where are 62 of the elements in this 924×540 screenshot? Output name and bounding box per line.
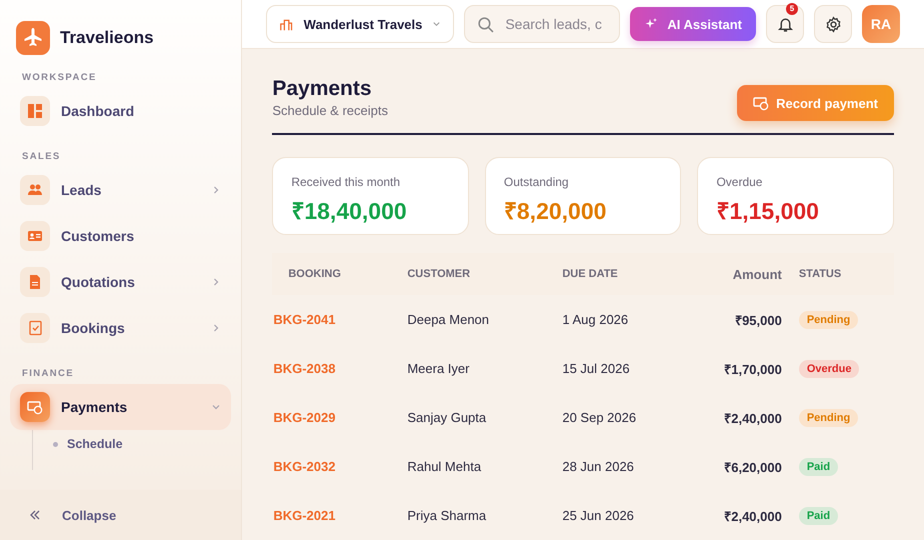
column-header: CUSTOMER (406, 253, 562, 295)
table-cell: 28 Jun 2026 (562, 459, 634, 474)
amount-cell: ₹2,40,000 (724, 410, 782, 426)
nav-item[interactable]: Customers (10, 213, 232, 259)
table-cell: Deepa Menon (407, 312, 490, 327)
status-badge: Pending (798, 408, 858, 426)
column-header: STATUS (798, 253, 894, 295)
brand-name: Travelieons (60, 28, 154, 48)
stat-label: Received this month (291, 175, 402, 189)
status-badge: Overdue (798, 360, 860, 378)
table-cell: 20 Sep 2026 (562, 410, 636, 425)
section-label: FINANCE (21, 367, 76, 381)
stat-label: Outstanding (504, 175, 570, 189)
settings-button[interactable] (814, 5, 852, 43)
table-cell: 1 Aug 2026 (562, 312, 628, 327)
sub-nav-item[interactable]: Schedule (33, 434, 232, 454)
nav-item[interactable]: Quotations (10, 259, 232, 305)
checklist-icon (27, 320, 43, 336)
stat-value: ₹1,15,000 (716, 197, 820, 226)
stat-value: ₹8,20,000 (504, 197, 608, 226)
stat-value: ₹18,40,000 (291, 197, 408, 226)
page-subtitle: Schedule & receipts (272, 103, 388, 118)
dashboard-icon (27, 103, 43, 119)
agency-selector[interactable]: Wanderlust Travels (266, 5, 454, 43)
id-card-icon (27, 228, 43, 244)
settings-icon (824, 16, 842, 32)
amount-cell: ₹95,000 (735, 312, 782, 328)
column-header: BOOKING (272, 253, 406, 295)
people-icon (27, 182, 43, 198)
cash-icon (27, 399, 43, 415)
bell-icon (776, 16, 794, 32)
amount-cell: ₹6,20,000 (724, 460, 782, 474)
status-badge: Pending (798, 310, 858, 328)
double-chevron-left-icon (28, 508, 42, 522)
status-badge: Paid (798, 506, 838, 524)
document-icon (27, 274, 43, 290)
search-icon (477, 16, 494, 33)
notifications-button[interactable]: 5 (766, 5, 804, 43)
nav-item[interactable]: Bookings (10, 305, 232, 351)
ai-assistant-button[interactable]: AI Assistant (630, 7, 756, 41)
nav-item[interactable]: Leads (10, 167, 232, 213)
table-cell: Meera Iyer (407, 361, 470, 376)
stat-label: Overdue (716, 175, 764, 189)
table-cell: Priya Sharma (407, 508, 486, 523)
search-field[interactable]: Search leads, c (464, 5, 620, 43)
amount-cell: ₹2,40,000 (724, 508, 782, 524)
status-badge: Paid (798, 458, 838, 476)
amount-cell: ₹1,70,000 (724, 362, 782, 376)
table-cell: Sanjay Gupta (407, 410, 486, 425)
column-header: DUE DATE (561, 253, 684, 295)
column-header: Amount (683, 253, 798, 295)
table-cell: 25 Jun 2026 (562, 508, 634, 523)
table-cell: Rahul Mehta (407, 459, 482, 474)
section-label: SALES (21, 150, 62, 164)
notification-count: 5 (786, 3, 798, 15)
table-cell: 15 Jul 2026 (562, 361, 630, 376)
page-title: Payments (272, 77, 373, 101)
nav-item[interactable]: Payments (10, 384, 232, 430)
section-label: WORKSPACE (21, 71, 98, 85)
nav-item[interactable]: Dashboard (10, 88, 232, 134)
plane-logo-icon (16, 21, 50, 55)
cash-icon (753, 95, 770, 111)
